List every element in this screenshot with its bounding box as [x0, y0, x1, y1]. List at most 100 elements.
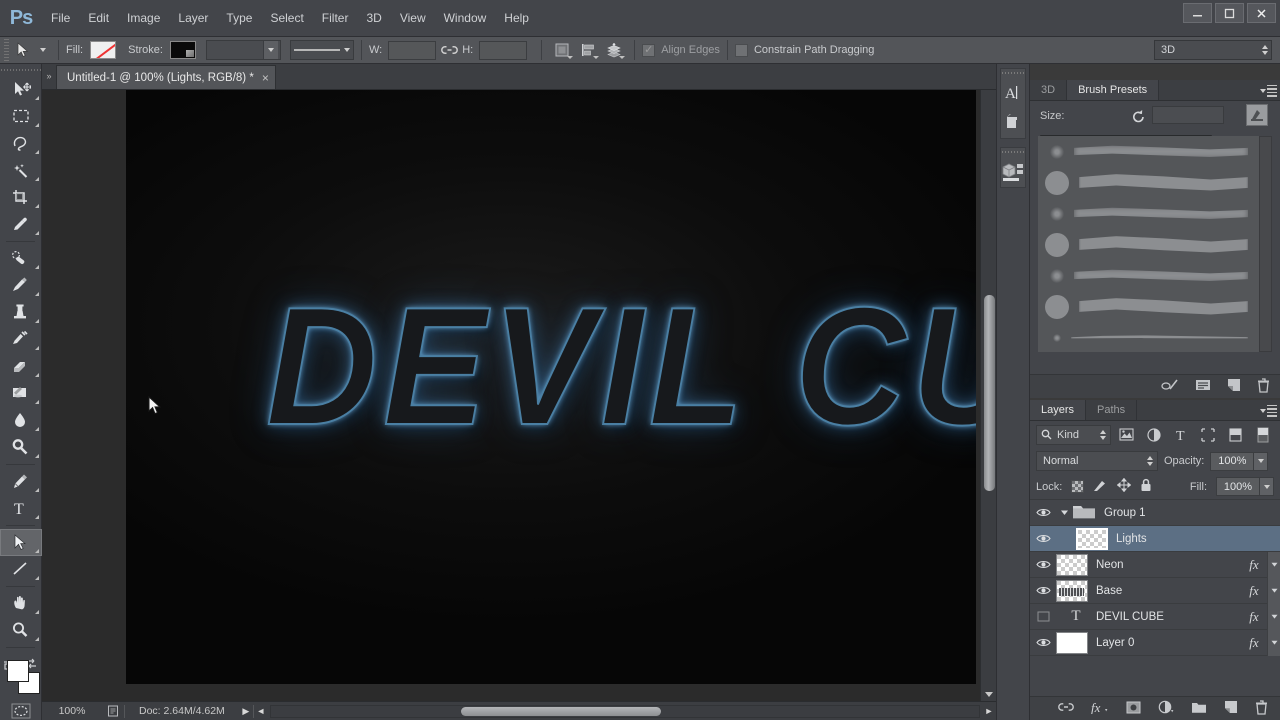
new-layer-button[interactable] [1224, 700, 1238, 717]
filter-type-layers-button[interactable]: T [1170, 425, 1192, 445]
document-tab[interactable]: Untitled-1 @ 100% (Lights, RGB/8) * × [56, 65, 276, 89]
tab-3d[interactable]: 3D [1030, 80, 1068, 100]
clone-stamp-tool[interactable] [0, 299, 42, 326]
new-group-button[interactable] [1191, 701, 1207, 717]
brush-tip-button[interactable] [1246, 104, 1268, 126]
canvas-area[interactable]: DEVIL CU [42, 90, 996, 701]
character-panel-button[interactable]: A [1001, 78, 1025, 108]
scroll-down-icon[interactable] [985, 692, 993, 697]
brush-preset-item[interactable] [1038, 136, 1260, 167]
canvas-horizontal-scrollbar-thumb[interactable] [460, 706, 661, 716]
path-arrangement-button[interactable] [601, 39, 627, 61]
new-brush-button[interactable] [1227, 378, 1241, 395]
brush-preset-item[interactable] [1038, 322, 1260, 352]
hand-tool[interactable] [0, 590, 42, 617]
dock-group-grip[interactable] [1001, 69, 1025, 78]
width-input[interactable] [388, 40, 437, 60]
delete-layer-button[interactable] [1255, 699, 1268, 718]
scroll-left-icon[interactable]: ◄ [254, 706, 268, 716]
layer-effects-expand-toggle[interactable] [1267, 629, 1280, 656]
history-brush-tool[interactable] [0, 326, 42, 353]
constrain-path-dragging-checkbox[interactable] [734, 43, 748, 57]
brush-size-input[interactable] [1152, 106, 1224, 124]
menu-select[interactable]: Select [261, 0, 312, 37]
rectangular-marquee-tool[interactable] [0, 103, 42, 130]
tool-preset-dropdown[interactable] [35, 48, 51, 52]
new-adjustment-layer-button[interactable] [1158, 700, 1174, 717]
fill-dropdown-button[interactable] [1260, 477, 1274, 496]
tab-paths[interactable]: Paths [1086, 400, 1138, 420]
lasso-tool[interactable] [0, 130, 42, 157]
status-menu-arrow[interactable]: ▶ [239, 706, 253, 717]
active-tool-icon[interactable] [11, 39, 35, 61]
pen-tool[interactable] [0, 468, 42, 495]
menu-type[interactable]: Type [217, 0, 261, 37]
tab-layers[interactable]: Layers [1030, 400, 1087, 420]
filter-smart-objects-button[interactable] [1225, 425, 1247, 445]
add-layer-mask-button[interactable] [1126, 701, 1141, 717]
layer-visibility-toggle[interactable] [1030, 611, 1056, 622]
canvas-horizontal-scrollbar[interactable] [269, 704, 980, 718]
path-selection-tool[interactable] [0, 529, 42, 556]
brush-presets-list[interactable] [1038, 136, 1260, 352]
menu-file[interactable]: File [42, 0, 79, 37]
layer-effects-expand-toggle[interactable] [1267, 551, 1280, 578]
brush-preset-item[interactable] [1038, 198, 1260, 229]
brush-preset-item[interactable] [1038, 167, 1260, 198]
add-layer-style-button[interactable]: fx [1091, 700, 1109, 717]
dock-group-grip[interactable] [1001, 148, 1025, 157]
brush-list-scrollbar[interactable] [1259, 136, 1272, 352]
layer-visibility-toggle[interactable] [1030, 637, 1056, 648]
line-tool[interactable] [0, 556, 42, 583]
menu-view[interactable]: View [391, 0, 435, 37]
scroll-right-icon[interactable]: ► [982, 706, 996, 716]
maximize-button[interactable] [1215, 3, 1244, 23]
layer-effects-expand-toggle[interactable] [1267, 577, 1280, 604]
reset-brush-size-button[interactable] [1128, 107, 1148, 125]
brush-preset-item[interactable] [1038, 229, 1260, 260]
magic-wand-tool[interactable] [0, 157, 42, 184]
stroke-width-dropdown-button[interactable] [262, 41, 278, 59]
stroke-swatch[interactable] [169, 41, 196, 59]
delete-brush-button[interactable] [1257, 377, 1270, 396]
menu-edit[interactable]: Edit [79, 0, 118, 37]
group-expand-toggle[interactable] [1056, 508, 1072, 517]
filter-pixel-layers-button[interactable] [1116, 425, 1138, 445]
quick-mask-button[interactable] [0, 698, 42, 720]
link-layers-button[interactable] [1058, 702, 1074, 715]
menu-window[interactable]: Window [435, 0, 496, 37]
fill-input[interactable]: 100% [1216, 477, 1260, 496]
layer-effects-expand-toggle[interactable] [1267, 603, 1280, 630]
opacity-dropdown-button[interactable] [1254, 451, 1269, 471]
gradient-tool[interactable] [0, 380, 42, 407]
layer-row-base[interactable]: Base fx [1030, 577, 1280, 604]
filter-shape-layers-button[interactable] [1197, 425, 1219, 445]
brush-preset-view-button[interactable] [1195, 378, 1211, 395]
brush-tool[interactable] [0, 272, 42, 299]
workspace-selector[interactable]: 3D [1154, 40, 1272, 60]
tab-brush-presets[interactable]: Brush Presets [1067, 80, 1160, 100]
layer-visibility-toggle[interactable] [1030, 533, 1056, 544]
document-canvas[interactable]: DEVIL CU [126, 90, 976, 684]
canvas-vertical-scrollbar[interactable] [980, 90, 996, 701]
height-input[interactable] [479, 40, 528, 60]
spot-healing-brush-tool[interactable] [0, 245, 42, 272]
lock-image-pixels-button[interactable] [1093, 479, 1108, 495]
layer-row-layer-0[interactable]: Layer 0 fx [1030, 629, 1280, 656]
foreground-color-swatch[interactable] [7, 660, 29, 682]
zoom-level[interactable]: 100% [42, 705, 102, 717]
stroke-width-dropdown[interactable] [205, 40, 281, 60]
brush-preset-item[interactable] [1038, 291, 1260, 322]
close-button[interactable] [1247, 3, 1276, 23]
document-tab-close-icon[interactable]: × [262, 72, 269, 84]
tools-panel-grip[interactable] [0, 64, 41, 76]
toggle-brush-panel-button[interactable] [1161, 378, 1179, 395]
crop-tool[interactable] [0, 184, 42, 211]
opacity-input[interactable]: 100% [1210, 451, 1255, 471]
minimize-button[interactable] [1183, 3, 1212, 23]
layer-effects-fx-icon[interactable]: fx [1241, 635, 1267, 651]
layer-row-group-1[interactable]: Group 1 [1030, 500, 1280, 526]
layer-visibility-toggle[interactable] [1030, 507, 1056, 518]
layer-row-neon[interactable]: Neon fx [1030, 551, 1280, 578]
menu-3d[interactable]: 3D [357, 0, 390, 37]
